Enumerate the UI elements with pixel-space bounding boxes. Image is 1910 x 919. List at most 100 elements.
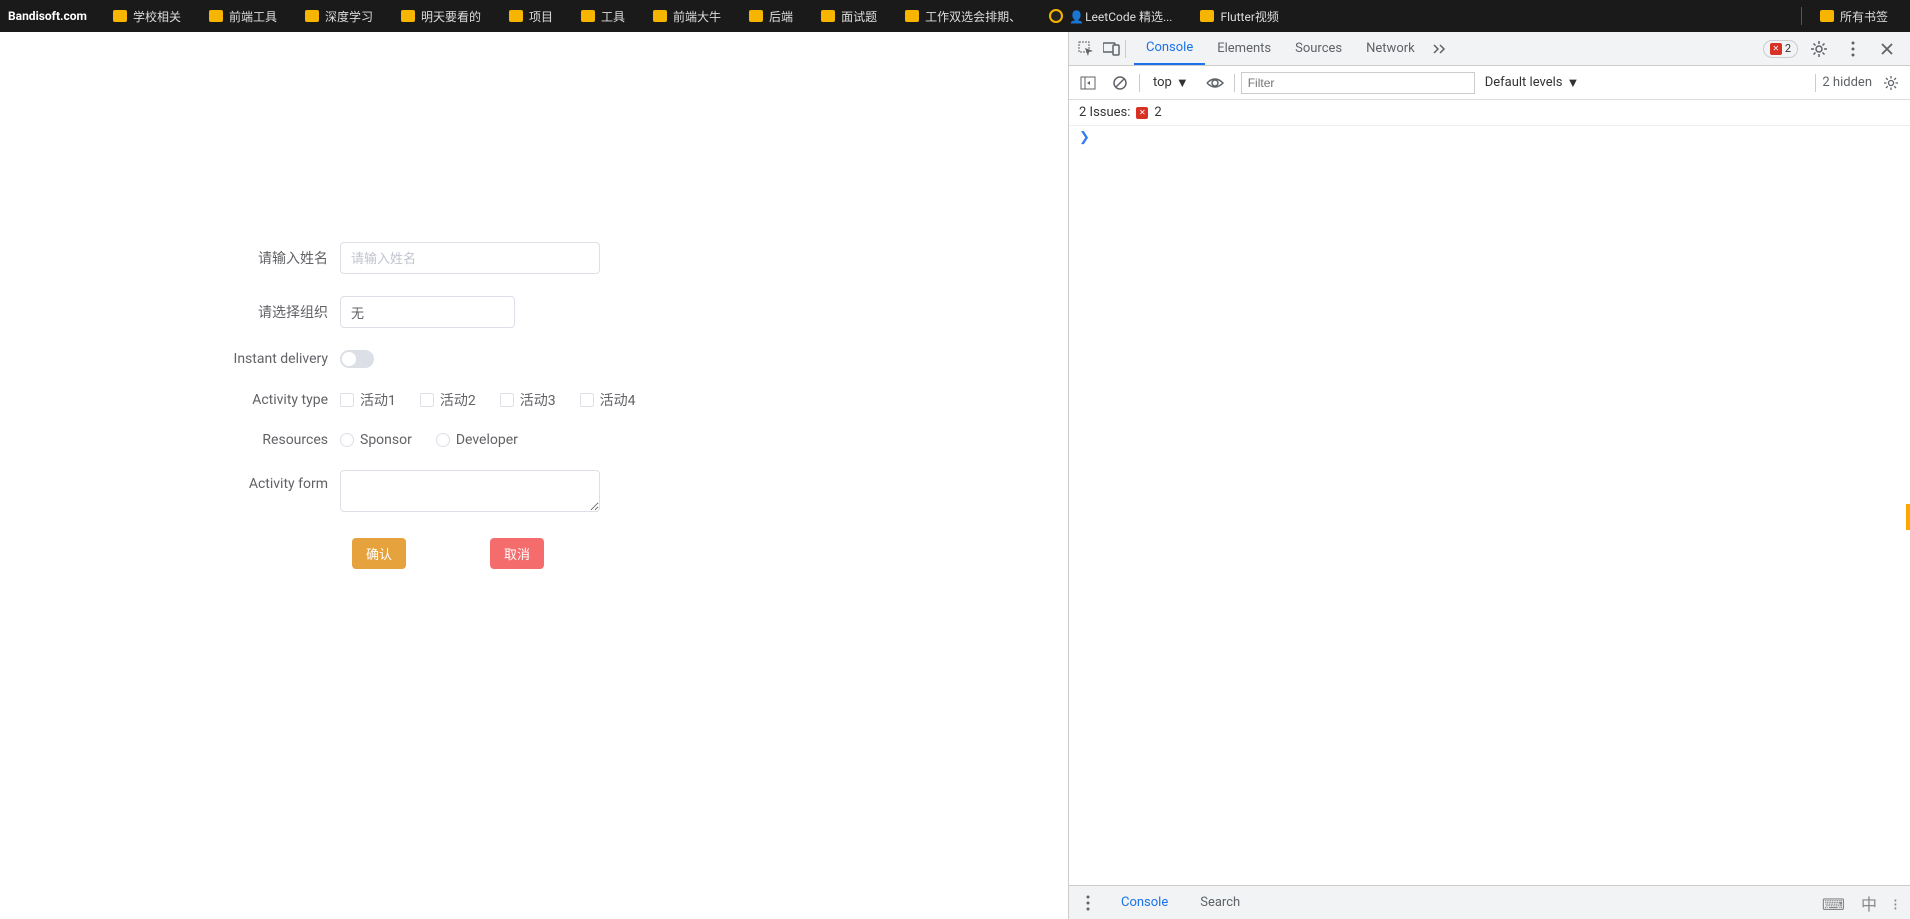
bookmark-leetcode[interactable]: 👤 LeetCode 精选... <box>1035 8 1186 25</box>
bookmark-all[interactable]: 所有书签 <box>1806 8 1902 25</box>
checkbox-label: 活动3 <box>520 390 556 410</box>
bookmark-folder[interactable]: 明天要看的 <box>387 8 495 25</box>
more-tabs-icon[interactable] <box>1427 36 1453 62</box>
live-expression-icon[interactable] <box>1202 70 1228 96</box>
console-body[interactable]: ❯ <box>1069 126 1910 885</box>
name-input[interactable] <box>340 242 600 274</box>
confirm-button[interactable]: 确认 <box>352 538 406 569</box>
checkbox-icon <box>420 393 434 407</box>
form: 请输入姓名 请选择组织 无 Instant delivery <box>120 242 640 569</box>
folder-icon <box>509 10 523 22</box>
issues-label: 2 Issues: <box>1079 105 1130 120</box>
log-levels-selector[interactable]: Default levels ▼ <box>1481 75 1584 91</box>
toggle-sidebar-icon[interactable] <box>1075 70 1101 96</box>
radio-label: Developer <box>456 432 518 448</box>
checkbox-icon <box>340 393 354 407</box>
delivery-switch[interactable] <box>340 350 374 368</box>
scrollbar-marker <box>1906 504 1910 530</box>
issues-row[interactable]: 2 Issues: ✕ 2 <box>1069 100 1910 126</box>
inspect-element-icon[interactable] <box>1073 36 1099 62</box>
folder-icon <box>1200 10 1214 22</box>
resource-radio-sponsor[interactable]: Sponsor <box>340 432 412 448</box>
error-count-pill[interactable]: ✕ 2 <box>1763 40 1798 58</box>
devtools-tabbar: Console Elements Sources Network ✕ 2 <box>1069 32 1910 66</box>
delivery-label: Instant delivery <box>120 351 340 367</box>
kebab-menu-icon[interactable] <box>1840 36 1866 62</box>
folder-icon <box>401 10 415 22</box>
bookmark-label: 学校相关 <box>133 8 181 25</box>
folder-icon <box>305 10 319 22</box>
bookmarks-bar: Bandisoft.com 学校相关 前端工具 深度学习 明天要看的 项目 工具… <box>0 0 1910 32</box>
folder-icon <box>905 10 919 22</box>
activity-form-textarea[interactable] <box>340 470 600 512</box>
resource-radio-developer[interactable]: Developer <box>436 432 518 448</box>
bookmark-label: 面试题 <box>841 8 877 25</box>
cancel-button[interactable]: 取消 <box>490 538 544 569</box>
console-settings-icon[interactable] <box>1878 70 1904 96</box>
org-label: 请选择组织 <box>120 302 340 322</box>
folder-icon <box>1820 10 1834 22</box>
bookmark-folder[interactable]: 面试题 <box>807 8 891 25</box>
separator <box>1234 74 1235 92</box>
caret-down-icon: ▼ <box>1176 75 1189 91</box>
bookmark-folder[interactable]: 工作双选会排期、 <box>891 8 1035 25</box>
bookmark-label: 前端大牛 <box>673 8 721 25</box>
folder-icon <box>749 10 763 22</box>
drawer-kebab-icon[interactable] <box>1075 890 1101 916</box>
separator <box>1139 74 1140 92</box>
bookmark-folder[interactable]: 深度学习 <box>291 8 387 25</box>
bookmark-folder[interactable]: 前端大牛 <box>639 8 735 25</box>
tab-console[interactable]: Console <box>1134 32 1205 65</box>
activity-checkbox-2[interactable]: 活动2 <box>420 390 476 410</box>
activity-checkbox-3[interactable]: 活动3 <box>500 390 556 410</box>
activity-form-label: Activity form <box>120 470 340 492</box>
bookmark-folder[interactable]: 项目 <box>495 8 567 25</box>
name-label: 请输入姓名 <box>120 248 340 268</box>
console-toolbar: top ▼ Default levels ▼ 2 hidden <box>1069 66 1910 100</box>
bookmark-folder[interactable]: 前端工具 <box>195 8 291 25</box>
activity-checkbox-4[interactable]: 活动4 <box>580 390 636 410</box>
separator <box>1801 7 1802 25</box>
bookmark-folder[interactable]: 学校相关 <box>99 8 195 25</box>
bookmark-folder[interactable]: 后端 <box>735 8 807 25</box>
bandisoft-logo[interactable]: Bandisoft.com <box>8 9 87 23</box>
tab-sources[interactable]: Sources <box>1283 32 1354 65</box>
drawer-tab-console[interactable]: Console <box>1109 886 1180 919</box>
tab-elements[interactable]: Elements <box>1205 32 1283 65</box>
tab-network[interactable]: Network <box>1354 32 1427 65</box>
checkbox-label: 活动1 <box>360 390 396 410</box>
bookmark-label: 所有书签 <box>1840 8 1888 25</box>
error-count: 2 <box>1785 42 1791 55</box>
activity-checkbox-1[interactable]: 活动1 <box>340 390 396 410</box>
user-icon: 👤 <box>1069 10 1081 22</box>
close-devtools-icon[interactable] <box>1874 36 1900 62</box>
switch-knob <box>342 352 356 366</box>
context-selector[interactable]: top ▼ <box>1146 72 1196 94</box>
bookmark-label: 工具 <box>601 8 625 25</box>
folder-icon <box>653 10 667 22</box>
radio-icon <box>436 433 450 447</box>
radio-icon <box>340 433 354 447</box>
checkbox-icon <box>580 393 594 407</box>
device-toggle-icon[interactable] <box>1099 36 1125 62</box>
checkbox-label: 活动4 <box>600 390 636 410</box>
drawer-tab-search[interactable]: Search <box>1188 886 1252 919</box>
hidden-count[interactable]: 2 hidden <box>1822 75 1872 90</box>
folder-icon <box>209 10 223 22</box>
issues-count: 2 <box>1154 105 1161 120</box>
bookmark-label: 后端 <box>769 8 793 25</box>
devtools-drawer: Console Search ⌨ 中 ⁝ <box>1069 885 1910 919</box>
clear-console-icon[interactable] <box>1107 70 1133 96</box>
settings-icon[interactable] <box>1806 36 1832 62</box>
ime-indicator: ⌨ 中 ⁝ <box>1822 891 1904 915</box>
bookmark-folder[interactable]: 工具 <box>567 8 639 25</box>
bookmark-label: LeetCode 精选... <box>1085 8 1172 25</box>
bookmark-folder[interactable]: Flutter视频 <box>1186 8 1292 25</box>
filter-input[interactable] <box>1241 72 1475 94</box>
activity-type-label: Activity type <box>120 392 340 408</box>
org-select[interactable]: 无 <box>340 296 515 328</box>
separator <box>1815 74 1816 92</box>
resources-label: Resources <box>120 432 340 448</box>
console-prompt-icon: ❯ <box>1079 130 1090 145</box>
leetcode-icon <box>1049 9 1063 23</box>
